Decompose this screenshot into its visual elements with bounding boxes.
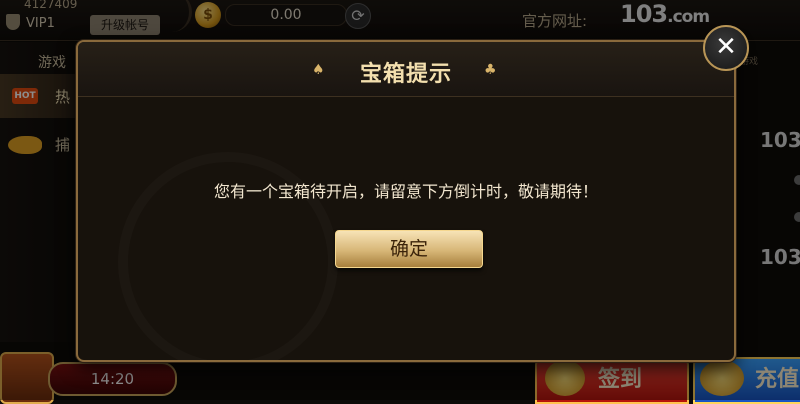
close-dialog-button[interactable]: ✕ <box>703 25 749 71</box>
confirm-button[interactable]: 确定 <box>335 230 483 268</box>
dialog-message: 您有一个宝箱待开启，请留意下方倒计时，敬请期待！ <box>213 182 598 201</box>
dialog-title: 宝箱提示 <box>359 62 452 87</box>
treasure-chest-dialog: ♠ 宝箱提示 ♣ 您有一个宝箱待开启，请留意下方倒计时，敬请期待！ 确定 <box>76 40 736 362</box>
club-icon: ♣ <box>484 62 497 78</box>
